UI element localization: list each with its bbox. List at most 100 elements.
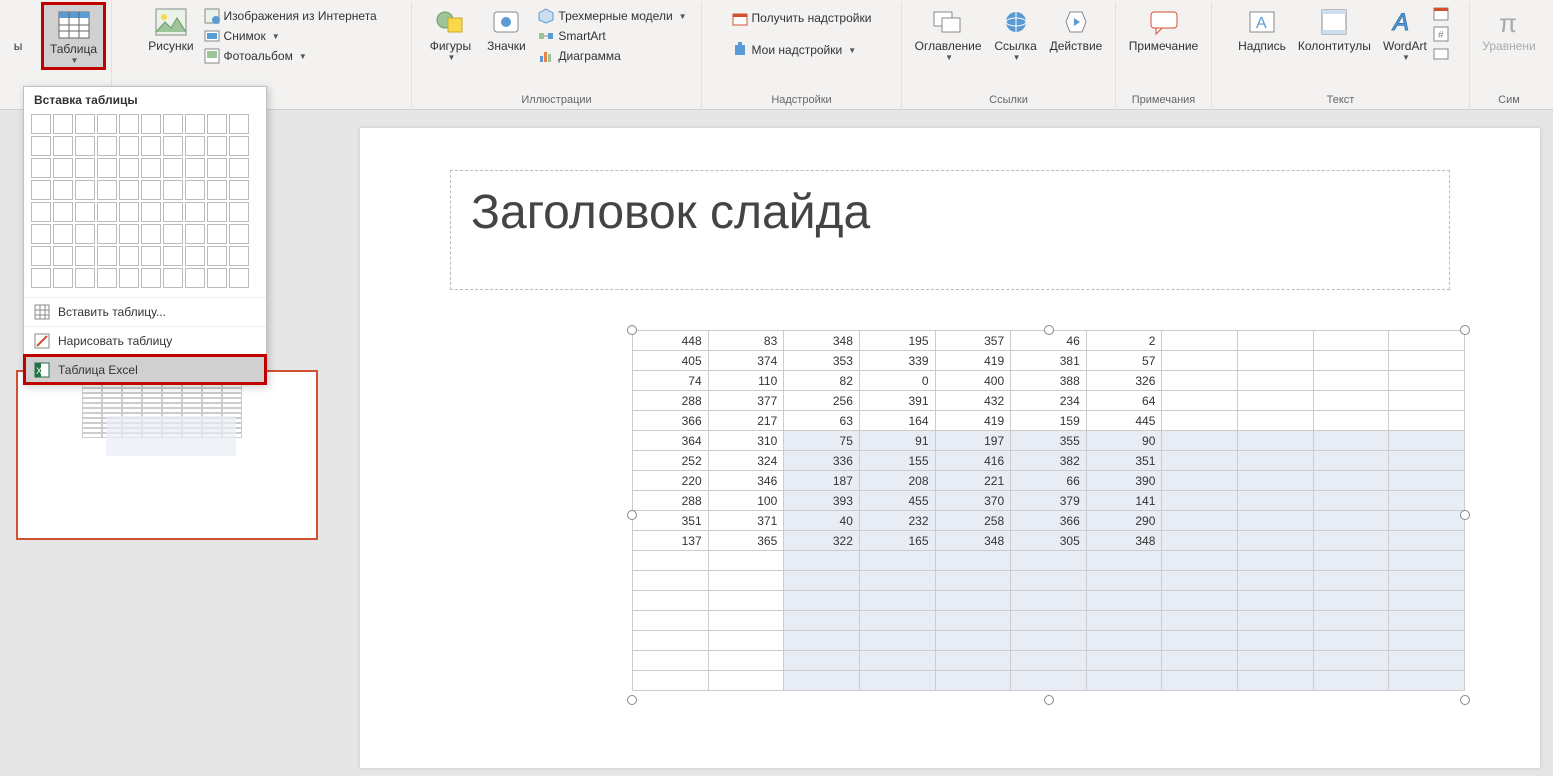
table-cell[interactable] [708, 651, 784, 671]
table-cell[interactable] [1389, 331, 1465, 351]
table-cell[interactable]: 164 [859, 411, 935, 431]
table-cell[interactable]: 221 [935, 471, 1011, 491]
table-cell[interactable] [708, 591, 784, 611]
table-cell[interactable]: 232 [859, 511, 935, 531]
slide-title-placeholder[interactable]: Заголовок слайда [450, 170, 1450, 290]
grid-cell[interactable] [75, 114, 95, 134]
table-cell[interactable]: 141 [1086, 491, 1162, 511]
grid-cell[interactable] [141, 268, 161, 288]
grid-cell[interactable] [97, 246, 117, 266]
grid-cell[interactable] [31, 114, 51, 134]
grid-cell[interactable] [31, 202, 51, 222]
table-cell[interactable] [1313, 551, 1389, 571]
table-cell[interactable] [1389, 351, 1465, 371]
table-cell[interactable] [1238, 571, 1314, 591]
comment-button[interactable]: Примечание [1123, 2, 1204, 55]
object-icon[interactable] [1433, 46, 1449, 62]
table-cell[interactable] [633, 591, 709, 611]
grid-cell[interactable] [75, 158, 95, 178]
table-cell[interactable] [1162, 391, 1238, 411]
excel-table[interactable]: 4488334819535746240537435333941938157741… [632, 330, 1465, 691]
resize-handle-mr[interactable] [1460, 510, 1470, 520]
table-cell[interactable] [1238, 631, 1314, 651]
grid-cell[interactable] [185, 136, 205, 156]
table-cell[interactable] [708, 671, 784, 691]
grid-cell[interactable] [97, 202, 117, 222]
table-cell[interactable]: 290 [1086, 511, 1162, 531]
grid-cell[interactable] [185, 268, 205, 288]
equation-button[interactable]: π Уравнени [1476, 2, 1541, 55]
table-cell[interactable] [859, 611, 935, 631]
insert-table-menu-item[interactable]: Вставить таблицу... [24, 297, 266, 326]
table-cell[interactable] [1313, 431, 1389, 451]
table-cell[interactable]: 75 [784, 431, 860, 451]
table-cell[interactable] [1389, 371, 1465, 391]
table-cell[interactable] [708, 611, 784, 631]
header-footer-button[interactable]: Колонтитулы [1292, 2, 1377, 64]
table-cell[interactable] [1238, 351, 1314, 371]
table-cell[interactable] [1313, 671, 1389, 691]
table-cell[interactable] [1011, 671, 1087, 691]
grid-cell[interactable] [185, 158, 205, 178]
table-cell[interactable]: 195 [859, 331, 935, 351]
table-cell[interactable]: 2 [1086, 331, 1162, 351]
table-cell[interactable] [1389, 671, 1465, 691]
table-cell[interactable]: 0 [859, 371, 935, 391]
table-cell[interactable]: 66 [1011, 471, 1087, 491]
table-cell[interactable] [1238, 331, 1314, 351]
grid-cell[interactable] [229, 158, 249, 178]
table-cell[interactable]: 197 [935, 431, 1011, 451]
grid-cell[interactable] [53, 114, 73, 134]
table-cell[interactable] [1389, 511, 1465, 531]
table-cell[interactable] [935, 651, 1011, 671]
table-cell[interactable] [1313, 391, 1389, 411]
table-cell[interactable] [1162, 571, 1238, 591]
table-cell[interactable]: 366 [1011, 511, 1087, 531]
wordart-button[interactable]: A WordArt ▼ [1377, 2, 1433, 64]
table-cell[interactable]: 217 [708, 411, 784, 431]
table-cell[interactable] [859, 631, 935, 651]
table-cell[interactable] [859, 571, 935, 591]
slide-canvas[interactable]: Заголовок слайда 44883348195357462405374… [360, 128, 1540, 768]
resize-handle-ml[interactable] [627, 510, 637, 520]
table-cell[interactable] [1389, 631, 1465, 651]
resize-handle-bm[interactable] [1044, 695, 1054, 705]
grid-cell[interactable] [163, 114, 183, 134]
table-cell[interactable] [1313, 591, 1389, 611]
table-cell[interactable]: 419 [935, 351, 1011, 371]
table-cell[interactable]: 391 [859, 391, 935, 411]
table-cell[interactable] [935, 571, 1011, 591]
table-cell[interactable] [784, 651, 860, 671]
table-cell[interactable]: 390 [1086, 471, 1162, 491]
table-cell[interactable] [935, 611, 1011, 631]
table-grid-picker[interactable] [24, 113, 266, 297]
table-cell[interactable]: 74 [633, 371, 709, 391]
resize-handle-tm[interactable] [1044, 325, 1054, 335]
table-cell[interactable] [1238, 451, 1314, 471]
table-cell[interactable] [1086, 631, 1162, 651]
table-cell[interactable]: 405 [633, 351, 709, 371]
table-cell[interactable]: 64 [1086, 391, 1162, 411]
table-cell[interactable] [1086, 591, 1162, 611]
table-cell[interactable]: 351 [633, 511, 709, 531]
table-cell[interactable] [1389, 531, 1465, 551]
table-cell[interactable]: 326 [1086, 371, 1162, 391]
table-cell[interactable]: 393 [784, 491, 860, 511]
table-cell[interactable] [1162, 511, 1238, 531]
table-cell[interactable]: 137 [633, 531, 709, 551]
table-cell[interactable] [1011, 631, 1087, 651]
table-cell[interactable] [1238, 551, 1314, 571]
table-cell[interactable]: 310 [708, 431, 784, 451]
table-cell[interactable]: 348 [784, 331, 860, 351]
grid-cell[interactable] [53, 268, 73, 288]
resize-handle-br[interactable] [1460, 695, 1470, 705]
grid-cell[interactable] [119, 202, 139, 222]
grid-cell[interactable] [207, 224, 227, 244]
grid-cell[interactable] [229, 180, 249, 200]
grid-cell[interactable] [207, 246, 227, 266]
grid-cell[interactable] [119, 180, 139, 200]
grid-cell[interactable] [53, 202, 73, 222]
table-cell[interactable] [1313, 451, 1389, 471]
grid-cell[interactable] [31, 158, 51, 178]
grid-cell[interactable] [185, 114, 205, 134]
